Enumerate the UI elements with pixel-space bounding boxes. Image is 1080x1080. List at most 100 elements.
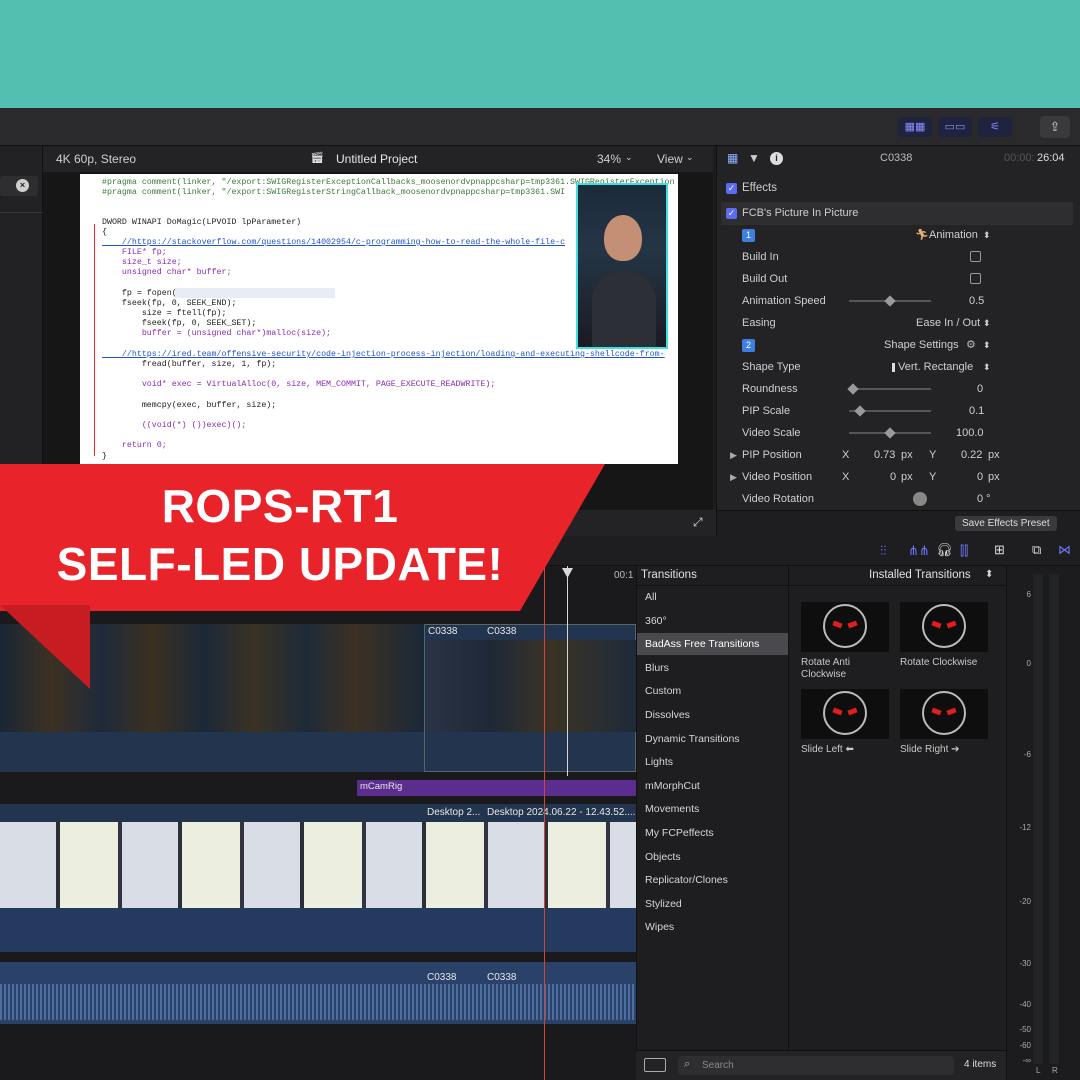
transitions-browser-icon[interactable]: ⋈ xyxy=(1058,542,1071,558)
disclosure-icon[interactable]: ▶ xyxy=(730,466,737,488)
category-item[interactable]: Dynamic Transitions xyxy=(637,728,789,750)
video-rotation-value[interactable]: 0 ° xyxy=(977,488,991,510)
pip-scale-value[interactable]: 0.1 xyxy=(969,400,984,422)
slider-knob[interactable] xyxy=(854,405,867,417)
pip-scale-slider[interactable] xyxy=(849,405,931,417)
rotation-dial[interactable] xyxy=(913,492,927,506)
meter-scale-label: -∞ xyxy=(1022,1056,1031,1065)
clear-search-icon[interactable]: × xyxy=(16,179,29,192)
mcamrig-clip[interactable]: mCamRig xyxy=(357,780,636,796)
category-item[interactable]: All xyxy=(637,586,789,608)
browser-layout-icon[interactable]: ▦▦ xyxy=(898,117,932,137)
px-unit: px xyxy=(901,471,913,483)
transition-thumbnail[interactable] xyxy=(801,602,889,652)
headphones-icon[interactable]: 🎧︎ xyxy=(936,542,953,558)
filter-inspector-icon[interactable]: ▼ xyxy=(748,147,760,169)
transition-label: Slide Right ➔ xyxy=(900,744,960,755)
disclosure-icon[interactable]: ▶ xyxy=(730,444,737,466)
fullscreen-icon[interactable]: ⤢ xyxy=(693,515,703,530)
vp-y-value[interactable]: 0 xyxy=(977,466,983,488)
pip-x-value[interactable]: 0.73 xyxy=(874,444,895,466)
slider-knob[interactable] xyxy=(884,427,896,439)
pip-presenter-video[interactable] xyxy=(576,183,668,349)
inspector-timecode: 26:04 xyxy=(1037,152,1065,164)
transition-label: Slide Left ⬅ xyxy=(801,744,854,755)
animation-speed-slider[interactable] xyxy=(849,295,931,307)
code-line: fread(buffer, size, 1, fp); xyxy=(102,360,277,369)
build-out-checkbox[interactable] xyxy=(970,273,981,284)
transition-ring-icon xyxy=(922,691,966,735)
snapping-icon[interactable]: ⫿⫿ xyxy=(960,543,968,559)
timeline-header: ⫶⫶ ⋔⋔ 🎧︎ ⫿⫿ ⊞ ⧉ ⋈ xyxy=(520,536,1080,566)
category-item[interactable]: Objects xyxy=(637,846,789,868)
category-item[interactable]: BadAss Free Transitions xyxy=(637,633,789,656)
px-unit: px xyxy=(988,471,1000,483)
clip-a-label: C0338 xyxy=(428,626,458,637)
shape-type-chevron-icon: ⬍ xyxy=(983,362,991,372)
info-inspector-icon[interactable]: i xyxy=(770,152,783,165)
installed-transitions-menu[interactable]: Installed Transitions xyxy=(869,569,971,581)
category-item[interactable]: 360° xyxy=(637,610,789,632)
category-item[interactable]: Stylized xyxy=(637,893,789,915)
meter-scale-label: -40 xyxy=(1019,1000,1031,1009)
effects-checkbox[interactable]: ✓ xyxy=(726,183,737,194)
timeline[interactable]: 00:1 C0338 C0338 mCamRig Desktop 2... De… xyxy=(0,566,636,1080)
banner-line-2: SELF-LED UPDATE! xyxy=(56,538,504,590)
transition-thumbnail[interactable] xyxy=(900,602,988,652)
line-highlight xyxy=(175,288,335,298)
transition-thumbnail[interactable] xyxy=(900,689,988,739)
presenter-head xyxy=(604,215,642,261)
category-item[interactable]: My FCPeffects xyxy=(637,822,789,844)
meter-scale-label: -6 xyxy=(1023,750,1031,759)
category-item[interactable]: Movements xyxy=(637,798,789,820)
category-item[interactable]: Lights xyxy=(637,751,789,773)
animation-menu[interactable]: Animation xyxy=(929,224,978,246)
category-item[interactable]: Dissolves xyxy=(637,704,789,726)
category-item[interactable]: Replicator/Clones xyxy=(637,869,789,891)
desktop-screen-clips[interactable] xyxy=(0,822,636,908)
category-item[interactable]: mMorphCut xyxy=(637,775,789,797)
zoom-menu[interactable]: 34% xyxy=(597,152,621,166)
playhead[interactable] xyxy=(567,566,568,776)
video-scale-slider[interactable] xyxy=(849,427,931,439)
slider-knob[interactable] xyxy=(884,295,896,307)
meter-label-r: R xyxy=(1052,1066,1058,1075)
search-field[interactable]: ⌕ Search xyxy=(678,1056,954,1075)
category-item[interactable]: Custom xyxy=(637,680,789,702)
animation-speed-value[interactable]: 0.5 xyxy=(969,290,984,312)
clip-skimming-icon[interactable]: ⫶⫶ xyxy=(880,543,887,559)
easing-chevron-icon: ⬍ xyxy=(983,318,991,328)
inspector-toggle-icon[interactable]: ⚟ xyxy=(978,117,1012,137)
audio-track[interactable] xyxy=(0,962,636,1024)
code-line: DWORD WINAPI DoMagic(LPVOID lpParameter) xyxy=(102,218,302,227)
audio-skimming-icon[interactable]: ⋔⋔ xyxy=(908,543,930,559)
clip-a-thumbnail[interactable] xyxy=(426,640,636,732)
build-in-checkbox[interactable] xyxy=(970,251,981,262)
video-scale-value[interactable]: 100.0 xyxy=(956,422,984,444)
effects-browser-icon[interactable]: ⧉ xyxy=(1032,542,1041,558)
view-menu[interactable]: View xyxy=(657,152,683,166)
roundness-value[interactable]: 0 xyxy=(977,378,983,400)
code-line: memcpy(exec, buffer, size); xyxy=(102,401,277,410)
easing-menu[interactable]: Ease In / Out xyxy=(916,312,980,334)
badge-1: 1 xyxy=(742,229,755,242)
timeline-layout-icon[interactable]: ▭▭ xyxy=(938,117,972,137)
shape-settings-menu[interactable]: Shape Settings xyxy=(884,334,959,356)
share-icon[interactable]: ⇪ xyxy=(1040,116,1070,138)
code-line: void* exec = VirtualAlloc(0, size, MEM_C… xyxy=(102,380,496,389)
vp-x-value[interactable]: 0 xyxy=(890,466,896,488)
roundness-slider[interactable] xyxy=(847,383,931,395)
shape-type-menu[interactable]: Vert. Rectangle xyxy=(898,356,973,378)
transition-thumbnail[interactable] xyxy=(801,689,889,739)
effect-enable-checkbox[interactable]: ✓ xyxy=(726,208,737,219)
view-chevron-icon: ⌄ xyxy=(686,152,694,162)
save-effects-preset-button[interactable]: Save Effects Preset xyxy=(955,516,1057,531)
slider-knob[interactable] xyxy=(847,383,859,395)
video-inspector-icon[interactable]: ▦ xyxy=(727,147,738,169)
clip-appearance-icon[interactable]: ⊞ xyxy=(994,542,1005,558)
inspector-footer: Save Effects Preset xyxy=(717,510,1080,536)
sidebar-toggle-icon[interactable] xyxy=(644,1058,666,1072)
pip-y-value[interactable]: 0.22 xyxy=(961,444,982,466)
category-item[interactable]: Wipes xyxy=(637,916,789,938)
category-item[interactable]: Blurs xyxy=(637,657,789,679)
